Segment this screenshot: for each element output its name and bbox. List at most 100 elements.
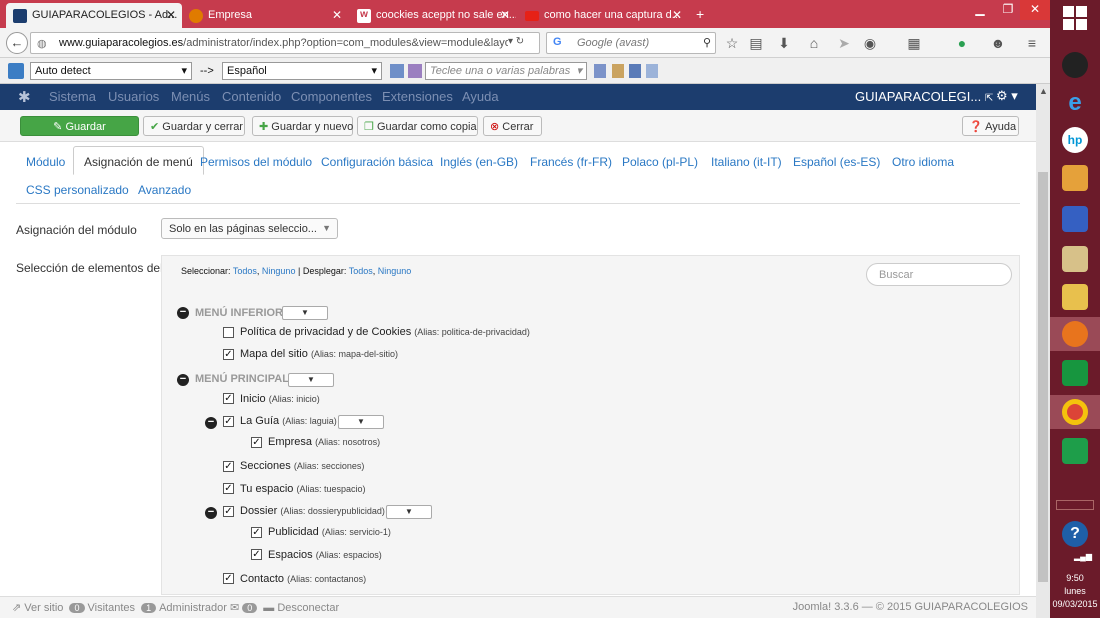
nav-usuarios[interactable]: Usuarios — [108, 89, 159, 104]
expand-all-link[interactable]: Todos — [349, 266, 373, 276]
menu-group-dropdown[interactable]: ▼ — [288, 373, 334, 387]
back-arrow-icon[interactable]: ← — [6, 32, 28, 54]
scrollbar-thumb[interactable] — [1038, 172, 1048, 582]
page-scrollbar[interactable]: ▲ — [1036, 84, 1050, 618]
minimize-icon[interactable]: ▁ — [966, 0, 994, 20]
reload-icon[interactable]: ▾ ↻ — [508, 36, 538, 47]
checkbox[interactable]: ✓ — [223, 416, 234, 427]
internet-explorer-icon[interactable]: e — [1062, 90, 1088, 116]
extension-icon[interactable]: ▦ — [904, 33, 924, 53]
nav-sistema[interactable]: Sistema — [49, 89, 96, 104]
grammarly-icon[interactable]: ● — [952, 33, 972, 53]
menu-item-dropdown[interactable]: ▼ — [386, 505, 432, 519]
collapse-icon[interactable]: − — [205, 417, 217, 429]
tab-basic-config[interactable]: Configuración básica — [321, 155, 433, 169]
menu-item-dropdown[interactable]: ▼ — [338, 415, 384, 429]
save-close-button[interactable]: ✔ Guardar y cerrar — [143, 116, 245, 136]
search-bar[interactable]: G Google (avast) ⚲ — [546, 32, 716, 54]
translate-icon[interactable] — [594, 64, 606, 78]
checkbox[interactable]: ✓ — [251, 437, 262, 448]
menu-hamburger-icon[interactable]: ≡ — [1022, 33, 1042, 53]
webcam-app-icon[interactable] — [1062, 52, 1088, 78]
checkbox[interactable]: ✓ — [251, 527, 262, 538]
checkbox[interactable]: ✓ — [223, 349, 234, 360]
site-name-link[interactable]: GUIAPARACOLEGI... ⇱ — [855, 89, 993, 104]
checkbox[interactable]: ✓ — [223, 506, 234, 517]
joomla-logo-icon[interactable]: ✱ — [18, 88, 31, 106]
checkbox[interactable]: ✓ — [251, 549, 262, 560]
browser-tab[interactable]: w coockies aceppt no sale en... ✕ — [350, 3, 516, 28]
collapse-icon[interactable]: − — [177, 374, 189, 386]
view-site-link[interactable]: Ver sitio — [24, 602, 63, 614]
bookmarks-list-icon[interactable]: ▤ — [746, 33, 766, 53]
calendar-app-icon[interactable] — [1062, 206, 1088, 232]
translate-page-icon[interactable] — [390, 64, 404, 78]
tab-other-language[interactable]: Otro idioma — [892, 155, 954, 169]
calculator-icon[interactable] — [1062, 438, 1088, 464]
signal-icon[interactable]: ▂▄▆ — [1074, 552, 1092, 561]
folder-icon[interactable] — [1062, 284, 1088, 310]
search-icon[interactable]: ⚲ — [703, 36, 711, 49]
chat-icon[interactable]: ☻ — [988, 33, 1008, 53]
close-window-icon[interactable]: ✕ — [1020, 0, 1050, 20]
tab-advanced[interactable]: Avanzado — [138, 183, 191, 197]
nav-menus[interactable]: Menús — [171, 89, 210, 104]
nav-contenido[interactable]: Contenido — [222, 89, 281, 104]
photo-app-icon[interactable] — [1062, 165, 1088, 191]
select-all-link[interactable]: Todos — [233, 266, 257, 276]
checkbox[interactable]: ✓ — [223, 461, 234, 472]
collapse-icon[interactable]: − — [205, 507, 217, 519]
browser-tab[interactable]: Empresa ✕ — [182, 3, 348, 28]
tab-english[interactable]: Inglés (en-GB) — [440, 155, 518, 169]
nav-componentes[interactable]: Componentes — [291, 89, 372, 104]
hp-icon[interactable]: hp — [1062, 127, 1088, 153]
new-tab-button[interactable]: + — [696, 6, 704, 22]
store-icon[interactable] — [1062, 360, 1088, 386]
tab-permissions[interactable]: Permisos del módulo — [200, 155, 312, 169]
nav-ayuda[interactable]: Ayuda — [462, 89, 499, 104]
tab-italian[interactable]: Italiano (it-IT) — [711, 155, 782, 169]
download-icon[interactable]: ⬇ — [774, 33, 794, 53]
gear-icon[interactable]: ⚙ ▾ — [996, 88, 1018, 104]
settings-small-icon[interactable] — [646, 64, 658, 78]
menu-group-dropdown[interactable]: ▼ — [282, 306, 328, 320]
tab-menu-assignment[interactable]: Asignación de menú — [73, 146, 204, 175]
firefox-icon[interactable] — [1062, 321, 1088, 347]
browser-tab-active[interactable]: GUIAPARACOLEGIOS - Ad... ✕ — [6, 3, 182, 28]
save-button[interactable]: ✎ Guardar — [20, 116, 139, 136]
close-tab-icon[interactable]: ✕ — [500, 8, 510, 22]
checkbox[interactable]: ✓ — [223, 573, 234, 584]
source-language-select[interactable]: Auto detect — [30, 62, 192, 80]
select-none-link[interactable]: Ninguno — [262, 266, 296, 276]
close-tab-icon[interactable]: ✕ — [332, 8, 342, 22]
collapse-icon[interactable]: − — [177, 307, 189, 319]
close-button[interactable]: ⊗ Cerrar — [483, 116, 542, 136]
checkbox[interactable]: ✓ — [223, 483, 234, 494]
words-input[interactable]: Teclee una o varias palabras — [425, 62, 587, 80]
privacy-eye-icon[interactable]: ◉ — [860, 33, 880, 53]
restore-icon[interactable]: ❐ — [994, 0, 1022, 20]
scroll-up-icon[interactable]: ▲ — [1039, 86, 1048, 96]
module-assignment-select[interactable]: Solo en las páginas seleccio... ▼ — [161, 218, 338, 239]
files-icon[interactable] — [1062, 246, 1088, 272]
target-language-select[interactable]: Español — [222, 62, 382, 80]
tab-polish[interactable]: Polaco (pl-PL) — [622, 155, 698, 169]
expand-none-link[interactable]: Ninguno — [378, 266, 412, 276]
notes-icon[interactable] — [612, 64, 624, 78]
help-tray-icon[interactable]: ? — [1062, 521, 1088, 547]
home-icon[interactable]: ⌂ — [804, 33, 824, 53]
save-copy-button[interactable]: ❐ Guardar como copia — [357, 116, 478, 136]
close-tab-icon[interactable]: ✕ — [672, 8, 682, 22]
bookmark-star-icon[interactable]: ☆ — [722, 33, 742, 53]
windows-start-icon[interactable] — [1063, 6, 1087, 30]
checkbox[interactable]: ✓ — [223, 393, 234, 404]
tab-custom-css[interactable]: CSS personalizado — [26, 183, 129, 197]
save-new-button[interactable]: ✚ Guardar y nuevo — [252, 116, 353, 136]
help-button[interactable]: ❓ Ayuda — [962, 116, 1019, 136]
send-icon[interactable]: ➤ — [834, 33, 854, 53]
search-input[interactable]: Buscar — [866, 263, 1012, 286]
dictionary-icon[interactable] — [408, 64, 422, 78]
url-bar[interactable]: ◍ www.guiaparacolegios.es/administrator/… — [30, 32, 540, 54]
browser-tab[interactable]: como hacer una captura d... ✕ — [518, 3, 688, 28]
nav-extensiones[interactable]: Extensiones — [382, 89, 453, 104]
